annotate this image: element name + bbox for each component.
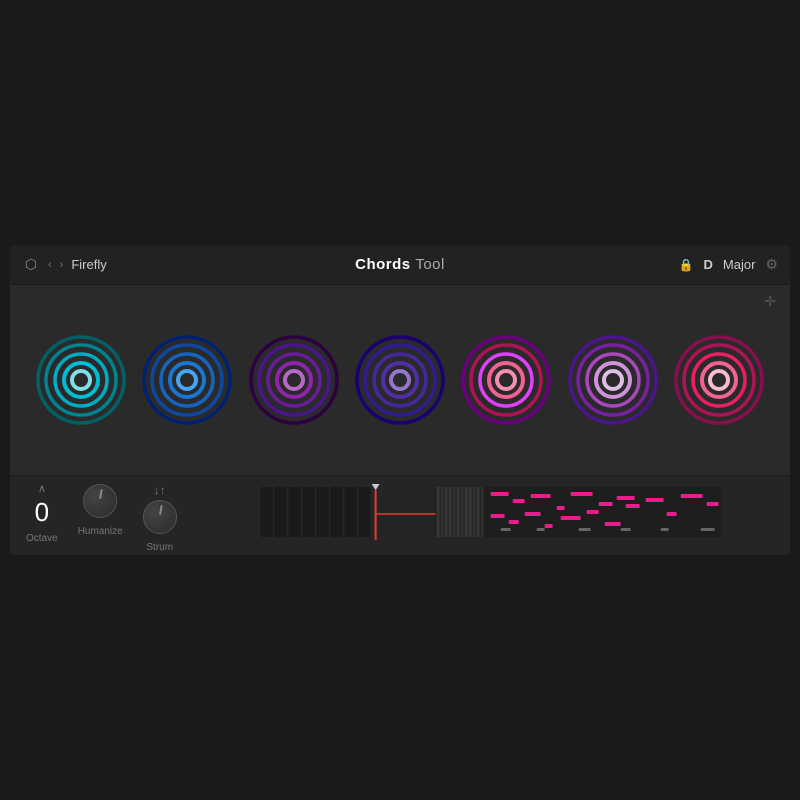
octave-group: ∧ 0 Octave xyxy=(26,484,58,544)
move-icon[interactable]: ✛ xyxy=(764,293,776,310)
plugin-window: ⬡ ‹ › Firefly Chords Tool 🔒 D Major ⚙ ✛ xyxy=(10,245,790,555)
header-center: Chords Tool xyxy=(355,256,445,273)
settings-icon[interactable]: ⚙ xyxy=(765,256,778,273)
piano-roll-area xyxy=(207,484,774,540)
chord-circles xyxy=(30,334,770,426)
octave-value: 0 xyxy=(27,499,57,525)
header: ⬡ ‹ › Firefly Chords Tool 🔒 D Major ⚙ xyxy=(10,245,790,285)
header-left: ⬡ ‹ › Firefly xyxy=(22,256,679,274)
chord-circle-6[interactable] xyxy=(567,334,659,426)
chord-circle-1[interactable] xyxy=(35,334,127,426)
nav-prev[interactable]: ‹ xyxy=(48,259,52,271)
bottom-controls: ∧ 0 Octave Humanize ↓↑ Strum xyxy=(10,475,790,555)
octave-up-icon[interactable]: ∧ xyxy=(38,484,46,495)
app-title-chords: Chords xyxy=(355,256,411,273)
strum-group: ↓↑ Strum xyxy=(143,484,177,553)
octave-label: Octave xyxy=(26,533,58,544)
humanize-knob[interactable] xyxy=(83,484,117,518)
humanize-label: Humanize xyxy=(78,526,123,537)
device-icon: ⬡ xyxy=(22,256,40,274)
lock-icon[interactable]: 🔒 xyxy=(679,258,694,272)
strum-label: Strum xyxy=(146,542,173,553)
main-content: ✛ xyxy=(10,285,790,555)
strum-knob[interactable] xyxy=(143,500,177,534)
chord-circle-7[interactable] xyxy=(673,334,765,426)
chords-area: ✛ xyxy=(10,285,790,475)
nav-next[interactable]: › xyxy=(60,259,64,271)
app-title: Chords Tool xyxy=(355,256,445,273)
key-display: D xyxy=(704,257,713,272)
app-title-tool: Tool xyxy=(415,256,445,273)
strum-arrows-icon: ↓↑ xyxy=(154,484,166,496)
chord-circle-4[interactable] xyxy=(354,334,446,426)
preset-name: Firefly xyxy=(71,257,106,272)
scale-display: Major xyxy=(723,257,756,272)
piano-roll-svg xyxy=(215,484,766,540)
humanize-group: Humanize xyxy=(78,484,123,537)
chord-circle-5[interactable] xyxy=(460,334,552,426)
chord-circle-3[interactable] xyxy=(248,334,340,426)
chord-circle-2[interactable] xyxy=(141,334,233,426)
header-right: 🔒 D Major ⚙ xyxy=(679,256,778,273)
